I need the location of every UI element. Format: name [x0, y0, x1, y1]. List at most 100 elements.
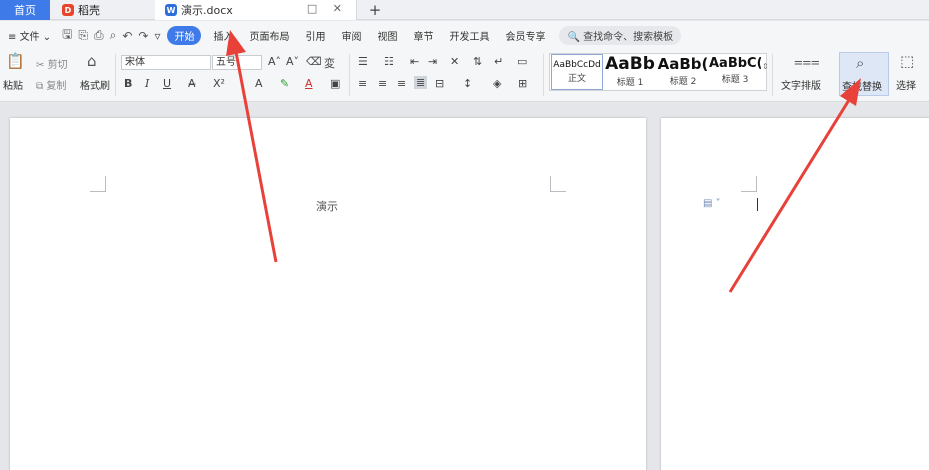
- styles-gallery: AaBbCcDd 正文 AaBb 标题 1 AaBb( 标题 2 AaBbC( …: [549, 53, 767, 91]
- increase-indent-icon[interactable]: ⇥: [428, 55, 437, 68]
- align-left-icon[interactable]: ≡: [358, 77, 367, 90]
- justify-icon[interactable]: ≣: [414, 76, 428, 89]
- tab-home[interactable]: 首页: [0, 0, 50, 20]
- undo-icon[interactable]: ↶: [119, 29, 135, 43]
- strikethrough-icon[interactable]: A̶: [188, 77, 196, 90]
- table-icon[interactable]: ▭: [517, 55, 527, 68]
- tab-daoke-label: 稻壳: [78, 4, 100, 17]
- text-effect-icon[interactable]: A: [255, 77, 263, 90]
- text-layout-icon[interactable]: ⩶: [794, 52, 820, 70]
- decrease-indent-icon[interactable]: ⇤: [410, 55, 419, 68]
- style-heading-2[interactable]: AaBb( 标题 2: [657, 54, 709, 90]
- paste-options-icon[interactable]: ▤ ˅: [703, 198, 721, 209]
- format-painter-icon[interactable]: ⌂: [87, 52, 97, 70]
- highlight-icon[interactable]: ✎: [280, 77, 289, 90]
- sort-icon[interactable]: ⇅: [473, 55, 482, 68]
- shrink-font-icon[interactable]: A˅: [286, 55, 299, 68]
- find-replace-label: 查找替换: [842, 82, 882, 93]
- grow-font-icon[interactable]: A˄: [268, 55, 281, 68]
- style-normal[interactable]: AaBbCcDd 正文: [551, 54, 603, 90]
- text-layout-button[interactable]: 文字排版: [781, 77, 821, 92]
- menu-page-layout[interactable]: 页面布局: [241, 28, 297, 43]
- menu-start[interactable]: 开始: [167, 26, 202, 45]
- shading-icon[interactable]: ◈: [493, 77, 501, 90]
- ribbon-separator: [115, 54, 116, 96]
- menu-member[interactable]: 会员专享: [497, 28, 553, 43]
- document-page[interactable]: ▤ ˅: [661, 118, 929, 470]
- menu-view[interactable]: 视图: [369, 28, 405, 43]
- underline-button[interactable]: U: [163, 77, 171, 90]
- new-tab-button[interactable]: +: [365, 0, 385, 20]
- style-heading-1-sample: AaBb: [605, 54, 655, 74]
- quick-access-dropdown-icon[interactable]: ▿: [151, 29, 163, 43]
- bullets-icon[interactable]: ☰: [358, 55, 368, 68]
- character-border-icon[interactable]: ▣: [330, 77, 340, 90]
- format-painter-button[interactable]: 格式刷: [80, 77, 110, 92]
- tab-daoke[interactable]: D 稻壳: [52, 0, 148, 20]
- print-preview-icon[interactable]: ⌕: [107, 28, 120, 43]
- paste-icon[interactable]: 📋: [6, 52, 25, 70]
- ribbon-toolbar: 📋 粘贴 ✂ 剪切 ⧉ 复制 ⌂ 格式刷 宋体 五号 A˄ A˅ ⌫ 変 B I…: [0, 50, 929, 102]
- ribbon-separator: [772, 54, 773, 96]
- chinese-layout-icon[interactable]: ✕: [450, 55, 459, 68]
- align-center-icon[interactable]: ≡: [378, 77, 387, 90]
- command-search-placeholder: 查找命令、搜索模板: [583, 32, 674, 43]
- menu-references[interactable]: 引用: [297, 28, 333, 43]
- print-icon[interactable]: ⎙: [91, 28, 107, 43]
- scissors-icon: ✂: [36, 60, 45, 71]
- find-replace-button[interactable]: ⌕ 查找替换: [839, 52, 889, 96]
- style-heading-1[interactable]: AaBb 标题 1: [604, 54, 656, 90]
- document-workspace: 演示 ▤ ˅: [0, 103, 929, 470]
- ribbon-separator: [543, 54, 544, 96]
- copy-label: 复制: [46, 81, 67, 92]
- superscript-icon[interactable]: X²: [213, 77, 225, 90]
- phonetic-guide-icon[interactable]: 変: [324, 55, 335, 71]
- tab-document[interactable]: W 演示.docx □ ✕: [155, 0, 357, 20]
- borders-icon[interactable]: ⊞: [518, 77, 527, 90]
- font-size-value: 五号: [216, 57, 236, 68]
- tab-bar: 首页 D 稻壳 W 演示.docx □ ✕ +: [0, 0, 929, 20]
- plus-icon: +: [368, 1, 382, 19]
- select-button[interactable]: 选择: [896, 77, 916, 92]
- style-normal-name: 正文: [567, 74, 586, 84]
- font-size-select[interactable]: 五号: [212, 55, 262, 70]
- menu-chapter[interactable]: 章节: [405, 28, 441, 43]
- copy-icon: ⧉: [36, 81, 44, 92]
- paste-button[interactable]: 粘贴: [3, 77, 23, 92]
- italic-button[interactable]: I: [145, 77, 149, 90]
- document-page[interactable]: 演示: [10, 118, 646, 470]
- menu-developer[interactable]: 开发工具: [441, 28, 497, 43]
- show-marks-icon[interactable]: ↵: [494, 55, 503, 68]
- numbering-icon[interactable]: ☷: [384, 55, 394, 68]
- align-right-icon[interactable]: ≡: [397, 77, 406, 90]
- ribbon-separator: [349, 54, 350, 96]
- menu-file[interactable]: ≡ 文件 ⌄: [0, 28, 59, 43]
- text-cursor: [757, 198, 758, 211]
- menu-review[interactable]: 审阅: [333, 28, 369, 43]
- bold-button[interactable]: B: [124, 77, 132, 90]
- style-heading-3[interactable]: AaBbC( 标题 3: [709, 54, 761, 90]
- distribute-icon[interactable]: ⊟: [435, 77, 444, 90]
- margin-corner-mark: [741, 176, 757, 192]
- select-cursor-icon[interactable]: ⬚: [900, 52, 914, 70]
- clear-format-icon[interactable]: ⌫: [306, 55, 322, 68]
- style-heading-2-sample: AaBb(: [657, 55, 709, 73]
- cut-button[interactable]: ✂ 剪切: [36, 56, 68, 71]
- redo-icon[interactable]: ↷: [135, 29, 151, 43]
- save-icon[interactable]: 🖫: [59, 25, 75, 46]
- font-color-icon[interactable]: A: [305, 77, 313, 90]
- styles-more-icon[interactable]: ⇕: [762, 62, 769, 71]
- menu-insert[interactable]: 插入: [205, 28, 241, 43]
- style-heading-2-name: 标题 2: [669, 77, 697, 87]
- font-name-select[interactable]: 宋体: [121, 55, 211, 70]
- line-spacing-icon[interactable]: ↕: [463, 77, 472, 90]
- document-text[interactable]: 演示: [316, 198, 338, 214]
- tab-document-label: 演示.docx: [181, 4, 233, 17]
- tab-window-controls[interactable]: □ ✕: [307, 2, 348, 15]
- word-document-icon: W: [165, 4, 177, 16]
- margin-corner-mark: [550, 176, 566, 192]
- copy-button[interactable]: ⧉ 复制: [36, 77, 66, 92]
- font-name-value: 宋体: [125, 57, 145, 68]
- export-pdf-icon[interactable]: ⎘: [75, 28, 91, 43]
- command-search[interactable]: 🔍 查找命令、搜索模板: [559, 26, 682, 45]
